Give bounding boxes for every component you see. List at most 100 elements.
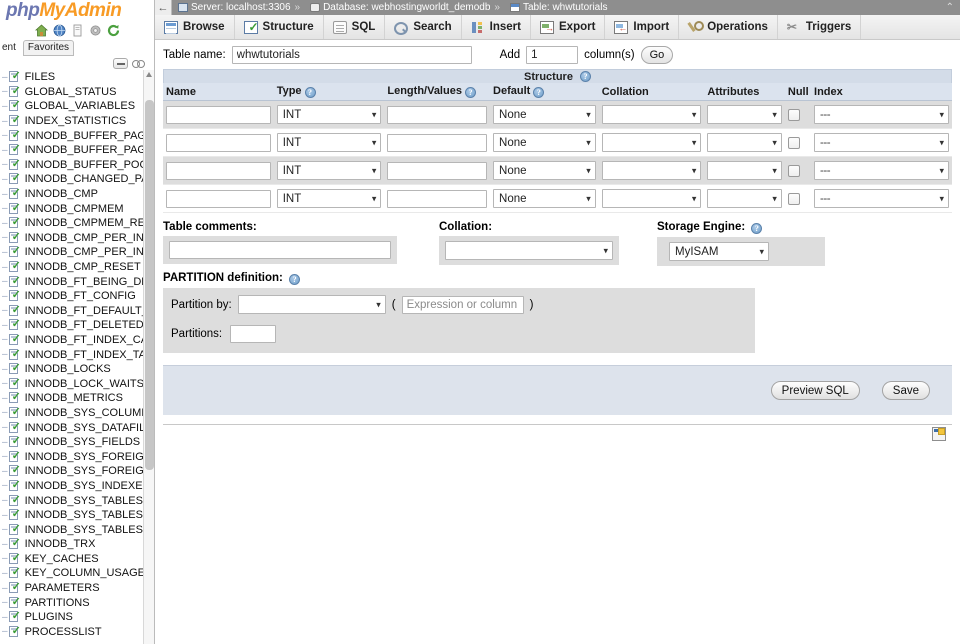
favorites-tab[interactable]: Favorites <box>23 40 74 56</box>
tree-item[interactable]: –✓INNODB_SYS_DATAFILES <box>0 420 155 435</box>
tree-item[interactable]: –✓INNODB_FT_CONFIG <box>0 289 155 304</box>
tree-item[interactable]: –✓INNODB_FT_DEFAULT_S <box>0 304 155 319</box>
column-attributes-select[interactable] <box>707 133 782 152</box>
column-null-checkbox[interactable] <box>788 165 800 177</box>
tab-triggers[interactable]: Triggers <box>778 15 861 39</box>
breadcrumb-table[interactable]: Table: whwtutorials <box>510 2 607 13</box>
tab-insert[interactable]: Insert <box>462 15 531 39</box>
tree-item[interactable]: –✓INNODB_SYS_INDEXES <box>0 479 155 494</box>
default-help-icon[interactable]: ? <box>533 87 544 98</box>
column-null-checkbox[interactable] <box>788 137 800 149</box>
tree-item[interactable]: –✓GLOBAL_VARIABLES <box>0 99 155 114</box>
column-collation-select[interactable] <box>602 161 702 180</box>
tree-item[interactable]: –✓FILES <box>0 70 155 85</box>
tree-item[interactable]: –✓INDEX_STATISTICS <box>0 114 155 129</box>
tree-item[interactable]: –✓INNODB_CMP_RESET <box>0 260 155 275</box>
column-name-input[interactable] <box>166 162 271 180</box>
globe-icon[interactable] <box>53 24 66 37</box>
save-button[interactable]: Save <box>882 381 930 400</box>
tab-operations[interactable]: Operations <box>679 15 778 39</box>
tree-item[interactable]: –✓PARAMETERS <box>0 581 155 596</box>
column-length-input[interactable] <box>387 162 487 180</box>
tree-item[interactable]: –✓INNODB_LOCK_WAITS <box>0 376 155 391</box>
column-default-select[interactable]: None <box>493 105 596 124</box>
link-with-main-icon[interactable] <box>132 59 146 68</box>
column-attributes-select[interactable] <box>707 161 782 180</box>
tab-structure[interactable]: Structure <box>235 15 324 39</box>
column-attributes-select[interactable] <box>707 189 782 208</box>
breadcrumb-database[interactable]: Database: webhostingworldt_demodb <box>310 2 490 13</box>
column-index-select[interactable]: --- <box>814 189 949 208</box>
column-type-select[interactable]: INT <box>277 133 382 152</box>
structure-help-icon[interactable]: ? <box>580 71 591 82</box>
home-icon[interactable] <box>35 24 48 37</box>
recent-tab[interactable]: ent <box>2 41 20 55</box>
column-null-checkbox[interactable] <box>788 193 800 205</box>
tab-export[interactable]: Export <box>531 15 605 39</box>
column-default-select[interactable]: None <box>493 189 596 208</box>
preview-sql-button[interactable]: Preview SQL <box>771 381 860 400</box>
type-help-icon[interactable]: ? <box>305 87 316 98</box>
tree-item[interactable]: –✓INNODB_SYS_FIELDS <box>0 435 155 450</box>
column-name-input[interactable] <box>166 190 271 208</box>
column-default-select[interactable]: None <box>493 161 596 180</box>
tree-item[interactable]: –✓INNODB_CHANGED_PAG <box>0 172 155 187</box>
column-length-input[interactable] <box>387 106 487 124</box>
collapse-breadcrumb-icon[interactable]: ⌃ <box>946 2 954 13</box>
tree-item[interactable]: –✓INNODB_CMPMEM_RESE <box>0 216 155 231</box>
column-length-input[interactable] <box>387 190 487 208</box>
engine-help-icon[interactable]: ? <box>751 223 762 234</box>
tree-item[interactable]: –✓INNODB_SYS_FOREIGN <box>0 449 155 464</box>
breadcrumb-server[interactable]: Server: localhost:3306 <box>178 2 291 13</box>
tree-item[interactable]: –✓KEY_COLUMN_USAGE <box>0 566 155 581</box>
console-icon[interactable] <box>932 427 946 441</box>
tree-item[interactable]: –✓INNODB_SYS_FOREIGN_ <box>0 464 155 479</box>
tree-item[interactable]: –✓INNODB_SYS_TABLES <box>0 493 155 508</box>
add-columns-input[interactable] <box>526 46 578 64</box>
back-button[interactable]: ← <box>155 0 172 15</box>
tree-scrollbar[interactable] <box>143 70 154 644</box>
column-collation-select[interactable] <box>602 133 702 152</box>
tree-item[interactable]: –✓PROCESSLIST <box>0 625 155 640</box>
tree-item[interactable]: –✓PARTITIONS <box>0 595 155 610</box>
column-name-input[interactable] <box>166 134 271 152</box>
collapse-all-icon[interactable] <box>113 58 128 69</box>
tree-item[interactable]: –✓INNODB_CMP_PER_INDE <box>0 231 155 246</box>
column-length-input[interactable] <box>387 134 487 152</box>
tree-item[interactable]: –✓INNODB_METRICS <box>0 391 155 406</box>
database-tree[interactable]: –✓FILES–✓GLOBAL_STATUS–✓GLOBAL_VARIABLES… <box>0 70 155 644</box>
column-index-select[interactable]: --- <box>814 133 949 152</box>
column-default-select[interactable]: None <box>493 133 596 152</box>
tree-item[interactable]: –✓INNODB_BUFFER_POOL <box>0 158 155 173</box>
tree-item[interactable]: –✓PLUGINS <box>0 610 155 625</box>
column-type-select[interactable]: INT <box>277 189 382 208</box>
tab-search[interactable]: Search <box>385 15 461 39</box>
column-type-select[interactable]: INT <box>277 161 382 180</box>
refresh-icon[interactable] <box>107 24 120 37</box>
tree-item[interactable]: –✓GLOBAL_STATUS <box>0 85 155 100</box>
tree-item[interactable]: –✓INNODB_FT_BEING_DEL <box>0 274 155 289</box>
partition-by-select[interactable] <box>238 295 386 314</box>
column-collation-select[interactable] <box>602 189 702 208</box>
column-null-checkbox[interactable] <box>788 109 800 121</box>
tree-item[interactable]: –✓INNODB_BUFFER_PAGE <box>0 128 155 143</box>
tree-item[interactable]: –✓INNODB_SYS_TABLESTA <box>0 522 155 537</box>
tree-item[interactable]: –✓INNODB_BUFFER_PAGE_ <box>0 143 155 158</box>
tree-item[interactable]: –✓INNODB_CMP <box>0 187 155 202</box>
tab-browse[interactable]: Browse <box>155 15 235 39</box>
column-attributes-select[interactable] <box>707 105 782 124</box>
table-comments-input[interactable] <box>169 241 391 259</box>
scroll-up-icon[interactable] <box>146 72 152 77</box>
tree-item[interactable]: –✓INNODB_FT_DELETED <box>0 318 155 333</box>
column-type-select[interactable]: INT <box>277 105 382 124</box>
tree-item[interactable]: –✓INNODB_SYS_TABLESPA <box>0 508 155 523</box>
tree-item[interactable]: –✓INNODB_FT_INDEX_CAC <box>0 333 155 348</box>
column-name-input[interactable] <box>166 106 271 124</box>
storage-engine-select[interactable]: MyISAM <box>669 242 769 261</box>
table-name-input[interactable] <box>232 46 472 64</box>
tree-item[interactable]: –✓KEY_CACHES <box>0 552 155 567</box>
gear-icon[interactable] <box>89 24 102 37</box>
tree-item[interactable]: –✓INNODB_CMPMEM <box>0 201 155 216</box>
doc-icon[interactable] <box>71 24 84 37</box>
tab-import[interactable]: Import <box>605 15 679 39</box>
